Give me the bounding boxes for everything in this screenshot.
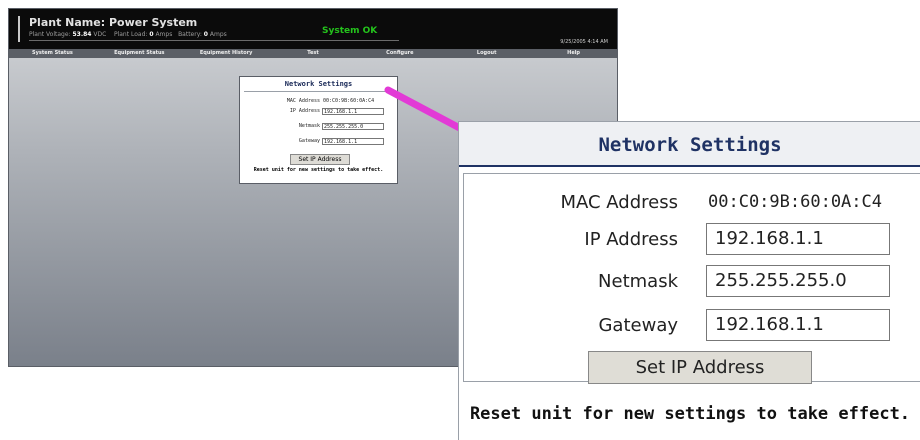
mac-value: 00:C0:9B:60:0A:C4 bbox=[708, 192, 882, 212]
panel-title: Network Settings bbox=[598, 134, 782, 156]
reset-note: Reset unit for new settings to take effe… bbox=[469, 404, 911, 424]
ip-row: IP Address 192.168.1.1 bbox=[464, 223, 920, 255]
netmask-row: Netmask 255.255.255.0 bbox=[464, 265, 920, 297]
ip-input[interactable]: 192.168.1.1 bbox=[706, 223, 890, 255]
set-ip-button[interactable]: Set IP Address bbox=[588, 351, 812, 384]
gateway-input[interactable]: 192.168.1.1 bbox=[706, 309, 890, 341]
title-bar: Network Settings bbox=[459, 122, 920, 167]
mac-label: MAC Address bbox=[560, 192, 678, 213]
netmask-label: Netmask bbox=[598, 271, 678, 292]
gateway-label: Gateway bbox=[598, 315, 678, 336]
mac-row: MAC Address 00:C0:9B:60:0A:C4 bbox=[464, 186, 920, 218]
network-settings-panel: Network Settings MAC Address 00:C0:9B:60… bbox=[458, 121, 920, 440]
netmask-input[interactable]: 255.255.255.0 bbox=[706, 265, 890, 297]
gateway-row: Gateway 192.168.1.1 bbox=[464, 309, 920, 341]
ip-label: IP Address bbox=[584, 229, 678, 250]
settings-form: MAC Address 00:C0:9B:60:0A:C4 IP Address… bbox=[463, 173, 920, 384]
